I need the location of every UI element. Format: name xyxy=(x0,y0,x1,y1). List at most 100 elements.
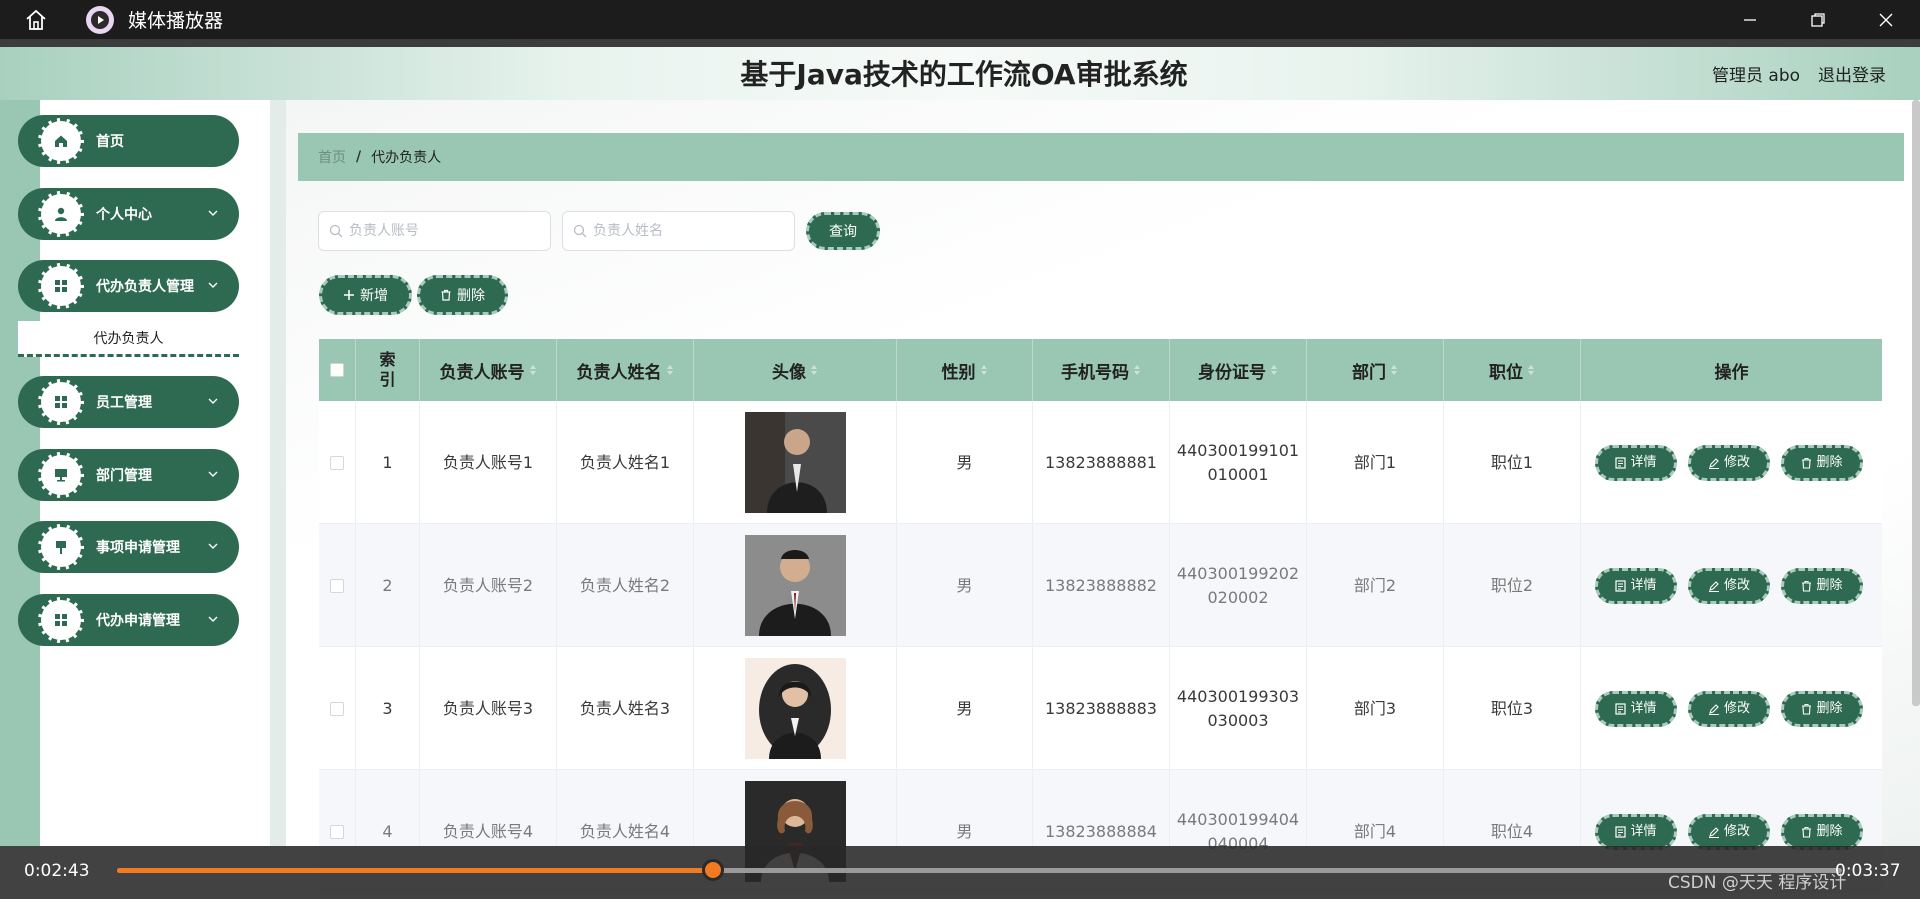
edit-button[interactable]: 修改 xyxy=(1688,568,1770,604)
document-icon xyxy=(1615,580,1627,592)
avatar[interactable] xyxy=(744,658,846,759)
column-header-label: 索引 xyxy=(379,350,396,389)
batch-delete-button[interactable]: 删除 xyxy=(417,275,508,315)
cell-department: 部门1 xyxy=(1307,401,1444,524)
account-search-field[interactable] xyxy=(318,211,551,251)
restore-icon xyxy=(1811,12,1825,27)
breadcrumb-home[interactable]: 首页 xyxy=(318,147,346,167)
logout-link[interactable]: 退出登录 xyxy=(1818,61,1886,86)
column-header-avatar[interactable]: 头像 xyxy=(694,339,897,401)
page-scrollbar[interactable] xyxy=(1912,100,1920,706)
grid-icon xyxy=(38,263,84,309)
delete-button[interactable]: 删除 xyxy=(1781,691,1863,727)
sort-icon xyxy=(529,364,537,376)
flag-icon xyxy=(38,524,84,570)
seek-bar-progress xyxy=(117,868,713,873)
edit-button[interactable]: 修改 xyxy=(1688,691,1770,727)
row-checkbox[interactable] xyxy=(330,824,344,839)
sidebar-item-label: 事项申请管理 xyxy=(96,540,180,556)
window-title-bar: 媒体播放器 xyxy=(0,0,1920,39)
row-checkbox[interactable] xyxy=(330,701,344,716)
monitor-icon xyxy=(38,452,84,498)
sort-icon xyxy=(666,364,674,376)
search-icon xyxy=(573,224,587,238)
search-icon xyxy=(329,224,343,238)
table-row: 1 负责人账号1 负责人姓名1 男 13823888881 4403001991… xyxy=(319,401,1882,524)
add-button[interactable]: 新增 xyxy=(319,275,412,315)
edit-button[interactable]: 修改 xyxy=(1688,814,1770,850)
home-icon xyxy=(38,118,84,164)
column-header-account[interactable]: 负责人账号 xyxy=(420,339,557,401)
sidebar-item-department[interactable]: 部门管理 xyxy=(18,449,239,501)
sort-icon xyxy=(980,364,988,376)
sidebar-item-label: 代办申请管理 xyxy=(96,613,180,629)
detail-button[interactable]: 详情 xyxy=(1595,445,1677,481)
account-search-input[interactable] xyxy=(349,223,549,239)
detail-button[interactable]: 详情 xyxy=(1595,691,1677,727)
cell-gender: 男 xyxy=(897,401,1033,524)
sidebar-item-label: 员工管理 xyxy=(96,395,152,411)
sidebar-item-home[interactable]: 首页 xyxy=(18,115,239,167)
delete-label: 删除 xyxy=(1816,701,1843,716)
delete-label: 删除 xyxy=(1816,824,1843,839)
seek-bar[interactable] xyxy=(117,859,1842,881)
sidebar-subitem-agent[interactable]: 代办负责人 xyxy=(18,321,239,357)
row-select-cell xyxy=(319,524,356,647)
restore-button[interactable] xyxy=(1784,0,1852,39)
cell-operations: 详情 修改 删除 xyxy=(1581,524,1882,647)
name-search-field[interactable] xyxy=(562,211,795,251)
delete-label: 删除 xyxy=(1816,578,1843,593)
home-icon[interactable] xyxy=(18,2,54,38)
select-all-checkbox[interactable] xyxy=(330,363,344,377)
minimize-button[interactable] xyxy=(1716,0,1784,39)
query-button[interactable]: 查询 xyxy=(806,212,880,250)
detail-button[interactable]: 详情 xyxy=(1595,568,1677,604)
seek-handle[interactable] xyxy=(701,859,724,881)
breadcrumb: 首页 / 代办负责人 xyxy=(298,133,1904,181)
edit-button[interactable]: 修改 xyxy=(1688,445,1770,481)
pencil-icon xyxy=(1708,826,1720,838)
cell-name: 负责人姓名2 xyxy=(557,524,694,647)
delete-button[interactable]: 删除 xyxy=(1781,445,1863,481)
cell-avatar xyxy=(694,524,897,647)
delete-button[interactable]: 删除 xyxy=(1781,814,1863,850)
trash-icon xyxy=(440,289,452,301)
sidebar-item-personal-center[interactable]: 个人中心 xyxy=(18,188,239,240)
delete-label: 删除 xyxy=(1816,455,1843,470)
delete-button[interactable]: 删除 xyxy=(1781,568,1863,604)
grid-icon xyxy=(38,379,84,425)
sidebar-item-employee[interactable]: 员工管理 xyxy=(18,376,239,428)
cell-name: 负责人姓名1 xyxy=(557,401,694,524)
column-header-phone[interactable]: 手机号码 xyxy=(1033,339,1170,401)
row-checkbox[interactable] xyxy=(330,455,344,470)
detail-label: 详情 xyxy=(1630,578,1657,593)
id-number-line: 440300199303 xyxy=(1176,686,1300,706)
sidebar-item-request[interactable]: 事项申请管理 xyxy=(18,521,239,573)
close-button[interactable] xyxy=(1852,0,1920,39)
row-checkbox[interactable] xyxy=(330,578,344,593)
title-bar-shadow xyxy=(0,39,1920,47)
cell-id-number: 440300199303 030003 xyxy=(1170,647,1307,770)
avatar[interactable] xyxy=(744,535,846,636)
current-user: 管理员 abo xyxy=(1712,66,1801,86)
id-number-line: 440300199202 xyxy=(1176,563,1300,583)
cell-position: 职位1 xyxy=(1444,401,1581,524)
column-header-index: 索引 xyxy=(356,339,420,401)
system-title: 基于Java技术的工作流OA审批系统 xyxy=(740,58,1188,91)
sidebar-item-agent-request[interactable]: 代办申请管理 xyxy=(18,594,239,646)
column-header-gender[interactable]: 性别 xyxy=(897,339,1033,401)
document-icon xyxy=(1615,457,1627,469)
column-header-name[interactable]: 负责人姓名 xyxy=(557,339,694,401)
column-header-department[interactable]: 部门 xyxy=(1307,339,1444,401)
pencil-icon xyxy=(1708,703,1720,715)
name-search-input[interactable] xyxy=(593,223,793,239)
column-header-position[interactable]: 职位 xyxy=(1444,339,1581,401)
detail-button[interactable]: 详情 xyxy=(1595,814,1677,850)
sidebar-item-agent-manager[interactable]: 代办负责人管理 xyxy=(18,260,239,312)
cell-gender: 男 xyxy=(897,524,1033,647)
column-header-id-number[interactable]: 身份证号 xyxy=(1170,339,1307,401)
cell-position: 职位3 xyxy=(1444,647,1581,770)
column-header-label: 部门 xyxy=(1352,362,1386,383)
avatar[interactable] xyxy=(744,412,846,513)
cell-index: 3 xyxy=(356,647,420,770)
